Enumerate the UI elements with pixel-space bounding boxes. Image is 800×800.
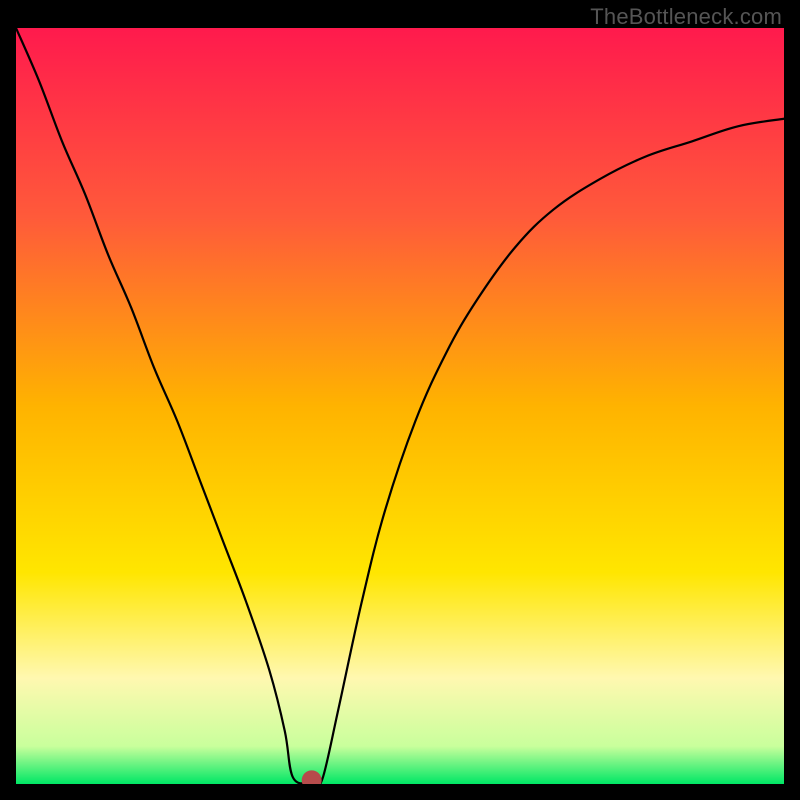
plot-area — [16, 28, 784, 784]
gradient-background — [16, 28, 784, 784]
chart-frame: TheBottleneck.com — [0, 0, 800, 800]
watermark-text: TheBottleneck.com — [590, 4, 782, 30]
bottleneck-chart — [16, 28, 784, 784]
